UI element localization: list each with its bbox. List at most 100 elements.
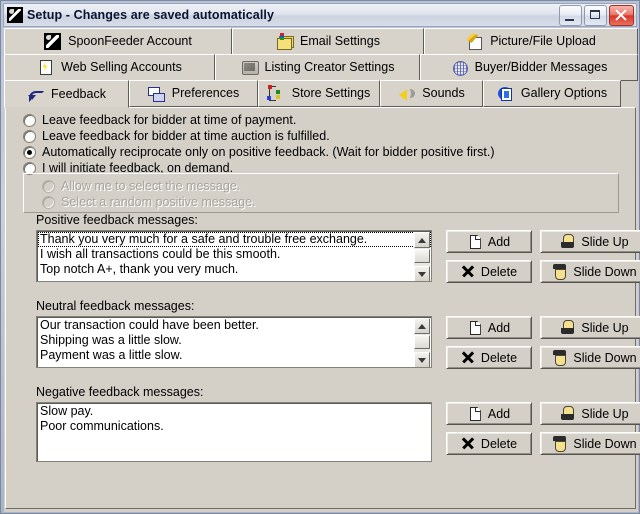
radio-label: Automatically reciprocate only on positi…	[42, 144, 495, 159]
tab-label: Listing Creator Settings	[264, 60, 395, 75]
scroll-down-icon[interactable]	[414, 266, 430, 281]
tab-label: Feedback	[51, 86, 106, 101]
tab-label: Preferences	[171, 86, 240, 101]
negative-delete-button[interactable]: Delete	[446, 432, 532, 455]
positive-delete-button[interactable]: Delete	[446, 260, 532, 283]
gallery-icon	[497, 85, 514, 102]
scroll-down-icon[interactable]	[414, 352, 430, 367]
button-label: Add	[487, 406, 511, 421]
radio-indicator	[42, 179, 55, 193]
radio-leave-feedback-at-fulfilled[interactable]: Leave feedback for bidder at time auctio…	[23, 129, 619, 143]
tab-store-settings[interactable]: Store Settings	[258, 80, 380, 107]
feedback-panel: Leave feedback for bidder at time of pay…	[5, 107, 640, 509]
speaker-icon	[398, 85, 416, 102]
radio-label: Select a random positive message.	[61, 194, 256, 209]
neutral-add-button[interactable]: Add	[446, 316, 532, 339]
button-label: Slide Down	[573, 350, 637, 365]
spoon-icon	[7, 7, 23, 23]
scrollbar-thumb[interactable]	[414, 249, 430, 263]
radio-label: Leave feedback for bidder at time auctio…	[42, 128, 330, 143]
scrollbar-thumb[interactable]	[414, 335, 430, 349]
spoon-icon	[44, 33, 62, 50]
neutral-delete-button[interactable]: Delete	[446, 346, 532, 369]
tab-label: Sounds	[422, 86, 465, 101]
positive-slide-down-button[interactable]: Slide Down	[540, 260, 640, 283]
list-item[interactable]: Top notch A+, thank you very much.	[38, 262, 431, 277]
web-selling-icon	[37, 59, 54, 76]
positive-messages-listbox[interactable]: Thank you very much for a safe and troub…	[36, 230, 432, 282]
button-label: Slide Up	[581, 406, 629, 421]
tab-buyer-bidder-messages[interactable]: Buyer/Bidder Messages	[420, 54, 638, 81]
positive-add-button[interactable]: Add	[446, 230, 532, 253]
close-button[interactable]	[609, 4, 634, 26]
tab-feedback[interactable]: Feedback	[4, 80, 129, 108]
list-item[interactable]: Our transaction could have been better.	[38, 318, 431, 333]
monitor-icon	[241, 59, 259, 76]
tab-gallery-options[interactable]: Gallery Options	[483, 80, 621, 107]
tab-email-settings[interactable]: Email Settings	[232, 28, 424, 55]
list-item[interactable]: Slow pay.	[38, 404, 431, 419]
neutral-listbox-scrollbar[interactable]	[414, 318, 430, 367]
neutral-slide-up-button[interactable]: Slide Up	[540, 316, 640, 339]
negative-messages-listbox[interactable]: Slow pay. Poor communications.	[36, 402, 432, 462]
scroll-up-icon[interactable]	[414, 232, 430, 248]
message-selection-group: Allow me to select the message. Select a…	[23, 173, 619, 213]
positive-listbox-scrollbar[interactable]	[414, 232, 430, 281]
tab-label: Store Settings	[291, 86, 371, 101]
setup-window: Setup - Changes are saved automatically …	[0, 0, 640, 514]
negative-slide-up-button[interactable]: Slide Up	[540, 402, 640, 425]
list-item[interactable]: Poor communications.	[38, 419, 431, 434]
tab-label: Buyer/Bidder Messages	[474, 60, 608, 75]
tab-listing-creator-settings[interactable]: Listing Creator Settings	[215, 54, 420, 81]
neutral-messages-listbox[interactable]: Our transaction could have been better. …	[36, 316, 432, 368]
mail-stack-icon	[276, 33, 293, 50]
page-icon	[468, 234, 482, 249]
positive-section-label: Positive feedback messages:	[36, 213, 198, 227]
button-label: Delete	[480, 436, 518, 451]
button-label: Add	[487, 234, 511, 249]
minimize-button[interactable]	[559, 4, 582, 26]
tab-row-1: SpoonFeeder Account Email Settings Pictu…	[4, 28, 638, 55]
button-label: Slide Down	[573, 436, 637, 451]
tab-label: Gallery Options	[520, 86, 608, 101]
tab-spoonfeeder-account[interactable]: SpoonFeeder Account	[4, 28, 232, 55]
radio-allow-select-message: Allow me to select the message.	[42, 179, 618, 193]
picture-upload-icon	[466, 33, 483, 50]
hand-up-icon	[561, 320, 575, 335]
hand-up-icon	[561, 234, 575, 249]
tab-preferences[interactable]: Preferences	[129, 80, 258, 107]
radio-auto-reciprocate-positive[interactable]: Automatically reciprocate only on positi…	[23, 145, 619, 159]
store-tree-icon	[267, 85, 285, 102]
negative-add-button[interactable]: Add	[446, 402, 532, 425]
hand-down-icon	[553, 350, 567, 366]
list-item[interactable]: Thank you very much for a safe and troub…	[38, 232, 431, 247]
negative-slide-down-button[interactable]: Slide Down	[540, 432, 640, 455]
tab-label: Picture/File Upload	[490, 34, 596, 49]
tab-picture-file-upload[interactable]: Picture/File Upload	[424, 28, 638, 55]
radio-indicator	[42, 195, 55, 209]
tab-row-2: Web Selling Accounts Listing Creator Set…	[4, 54, 638, 81]
radio-leave-feedback-at-payment[interactable]: Leave feedback for bidder at time of pay…	[23, 113, 619, 127]
list-item[interactable]: I wish all transactions could be this sm…	[38, 247, 431, 262]
tab-sounds[interactable]: Sounds	[380, 80, 483, 107]
tab-web-selling-accounts[interactable]: Web Selling Accounts	[4, 54, 215, 81]
scroll-up-icon[interactable]	[414, 318, 430, 334]
neutral-slide-down-button[interactable]: Slide Down	[540, 346, 640, 369]
maximize-button[interactable]	[584, 4, 607, 26]
list-item[interactable]: Shipping was a little slow.	[38, 333, 431, 348]
radio-indicator	[23, 113, 36, 127]
tab-label: SpoonFeeder Account	[68, 34, 192, 49]
button-label: Slide Down	[573, 264, 637, 279]
radio-indicator	[23, 145, 36, 159]
radio-label: Allow me to select the message.	[61, 178, 241, 193]
close-x-icon	[461, 350, 475, 365]
button-label: Add	[487, 320, 511, 335]
tab-label: Email Settings	[300, 34, 380, 49]
hand-down-icon	[553, 436, 567, 452]
list-item[interactable]: Payment was a little slow.	[38, 348, 431, 363]
window-title: Setup - Changes are saved automatically	[27, 8, 275, 22]
positive-slide-up-button[interactable]: Slide Up	[540, 230, 640, 253]
close-x-icon	[461, 436, 475, 451]
radio-label: Leave feedback for bidder at time of pay…	[42, 112, 297, 127]
page-icon	[468, 320, 482, 335]
